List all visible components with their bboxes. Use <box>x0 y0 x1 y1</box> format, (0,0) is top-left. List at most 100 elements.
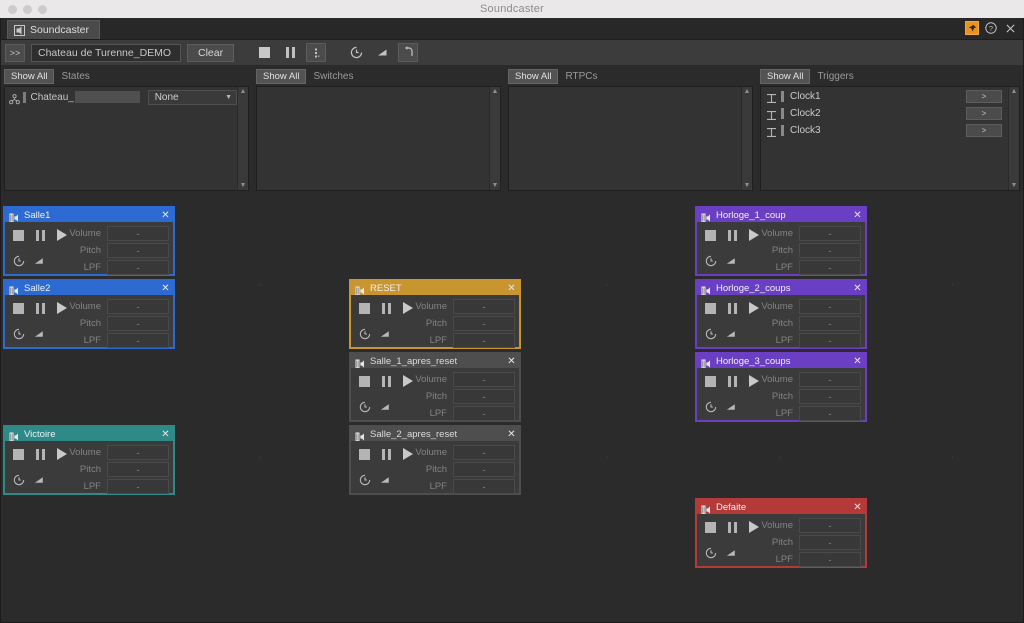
sound-object-options[interactable] <box>705 400 737 413</box>
pause-icon[interactable] <box>728 302 737 314</box>
scroll-down-icon[interactable]: ▼ <box>744 182 751 189</box>
help-icon[interactable]: ? <box>984 21 998 35</box>
close-icon[interactable]: ✕ <box>851 209 864 222</box>
rtpcs-scrollbar[interactable]: ▲ ▼ <box>741 87 752 190</box>
volume-value[interactable]: - <box>107 226 169 241</box>
lpf-value[interactable]: - <box>107 260 169 275</box>
parameter-row-pitch[interactable]: Pitch - <box>59 462 169 477</box>
lpf-value[interactable]: - <box>799 552 861 567</box>
trigger-post-button[interactable]: > <box>966 90 1002 103</box>
pause-icon[interactable] <box>382 448 391 460</box>
list-item[interactable]: Clock3 > <box>761 122 1008 139</box>
stop-icon[interactable] <box>705 302 716 314</box>
fade-button[interactable] <box>372 43 392 62</box>
parameter-row-lpf[interactable]: LPF - <box>751 260 861 275</box>
stop-icon[interactable] <box>705 229 716 241</box>
parameter-row-volume[interactable]: Volume - <box>751 299 861 314</box>
parameter-row-volume[interactable]: Volume - <box>751 518 861 533</box>
pitch-value[interactable]: - <box>107 316 169 331</box>
lpf-value[interactable]: - <box>453 479 515 494</box>
parameter-row-volume[interactable]: Volume - <box>405 299 515 314</box>
switches-show-all-button[interactable]: Show All <box>256 68 307 84</box>
pin-icon[interactable] <box>965 21 979 35</box>
pitch-value[interactable]: - <box>799 316 861 331</box>
stop-icon[interactable] <box>13 448 24 460</box>
sound-object-panel[interactable]: Salle1 ✕ Volume - Pitch - LPF - <box>3 206 175 276</box>
sound-object-options[interactable] <box>705 327 737 340</box>
parameter-row-lpf[interactable]: LPF - <box>405 333 515 348</box>
states-show-all-button[interactable]: Show All <box>4 68 55 84</box>
pitch-value[interactable]: - <box>799 243 861 258</box>
sound-object-panel[interactable]: Salle_2_apres_reset ✕ Volume - Pitch - LPF - <box>349 425 521 495</box>
sound-object-titlebar[interactable]: Salle2 ✕ <box>5 281 173 296</box>
pitch-value[interactable]: - <box>453 316 515 331</box>
parameter-row-lpf[interactable]: LPF - <box>405 406 515 421</box>
pitch-value[interactable]: - <box>107 243 169 258</box>
sound-object-options[interactable] <box>705 254 737 267</box>
fade-icon[interactable] <box>725 327 737 339</box>
stop-icon[interactable] <box>359 448 370 460</box>
sound-object-titlebar[interactable]: Salle_2_apres_reset ✕ <box>351 427 519 442</box>
volume-value[interactable]: - <box>799 372 861 387</box>
close-icon[interactable]: ✕ <box>159 209 172 222</box>
parameter-row-volume[interactable]: Volume - <box>405 445 515 460</box>
close-icon[interactable]: ✕ <box>851 282 864 295</box>
trigger-post-button[interactable]: > <box>966 124 1002 137</box>
parameter-row-volume[interactable]: Volume - <box>59 445 169 460</box>
parameter-row-volume[interactable]: Volume - <box>405 372 515 387</box>
parameter-row-pitch[interactable]: Pitch - <box>751 316 861 331</box>
parameter-row-lpf[interactable]: LPF - <box>751 406 861 421</box>
more-options-button[interactable] <box>306 43 327 62</box>
sound-object-panel[interactable]: Horloge_3_coups ✕ Volume - Pitch - LPF - <box>695 352 867 422</box>
trigger-post-button[interactable]: > <box>966 107 1002 120</box>
fade-icon[interactable] <box>379 473 391 485</box>
clear-button[interactable]: Clear <box>187 43 235 62</box>
list-item[interactable]: Chateau_ None ▼ <box>5 88 237 106</box>
stop-all-button[interactable] <box>254 43 274 62</box>
session-name-input[interactable]: Chateau de Turenne_DEMO <box>31 43 181 62</box>
sound-object-titlebar[interactable]: Salle_1_apres_reset ✕ <box>351 354 519 369</box>
fade-icon[interactable] <box>725 546 737 558</box>
parameter-row-lpf[interactable]: LPF - <box>751 333 861 348</box>
pause-icon[interactable] <box>728 375 737 387</box>
fade-icon[interactable] <box>33 254 45 266</box>
switches-list[interactable] <box>257 87 489 190</box>
clock-icon[interactable] <box>359 327 371 340</box>
clock-icon[interactable] <box>705 400 717 413</box>
pause-icon[interactable] <box>382 375 391 387</box>
stop-icon[interactable] <box>705 375 716 387</box>
close-icon[interactable]: ✕ <box>505 428 518 441</box>
parameter-row-lpf[interactable]: LPF - <box>751 552 861 567</box>
reset-button[interactable] <box>398 43 419 62</box>
parameter-row-lpf[interactable]: LPF - <box>59 479 169 494</box>
parameter-row-pitch[interactable]: Pitch - <box>405 316 515 331</box>
pitch-value[interactable]: - <box>799 389 861 404</box>
close-icon[interactable] <box>1003 21 1017 35</box>
soundcaster-canvas[interactable]: Salle1 ✕ Volume - Pitch - LPF - Salle2 ✕ Volume - Pi… <box>1 198 1023 622</box>
parameter-row-lpf[interactable]: LPF - <box>59 333 169 348</box>
scroll-up-icon[interactable]: ▲ <box>240 88 247 95</box>
sound-object-panel[interactable]: RESET ✕ Volume - Pitch - LPF - <box>349 279 521 349</box>
parameter-row-pitch[interactable]: Pitch - <box>59 316 169 331</box>
sound-object-panel[interactable]: Defaite ✕ Volume - Pitch - LPF - <box>695 498 867 568</box>
parameter-row-volume[interactable]: Volume - <box>751 226 861 241</box>
pitch-value[interactable]: - <box>107 462 169 477</box>
scroll-up-icon[interactable]: ▲ <box>1011 88 1018 95</box>
parameter-row-volume[interactable]: Volume - <box>59 226 169 241</box>
lpf-value[interactable]: - <box>107 479 169 494</box>
parameter-row-pitch[interactable]: Pitch - <box>751 389 861 404</box>
lpf-value[interactable]: - <box>799 333 861 348</box>
lpf-value[interactable]: - <box>453 406 515 421</box>
clock-icon[interactable] <box>705 327 717 340</box>
fade-icon[interactable] <box>379 327 391 339</box>
clock-icon[interactable] <box>359 400 371 413</box>
volume-value[interactable]: - <box>799 518 861 533</box>
sound-object-options[interactable] <box>13 327 45 340</box>
parameter-row-volume[interactable]: Volume - <box>751 372 861 387</box>
parameter-row-pitch[interactable]: Pitch - <box>59 243 169 258</box>
scroll-up-icon[interactable]: ▲ <box>744 88 751 95</box>
list-item[interactable]: Clock2 > <box>761 105 1008 122</box>
close-icon[interactable]: ✕ <box>505 282 518 295</box>
sound-object-options[interactable] <box>13 254 45 267</box>
close-icon[interactable]: ✕ <box>851 501 864 514</box>
